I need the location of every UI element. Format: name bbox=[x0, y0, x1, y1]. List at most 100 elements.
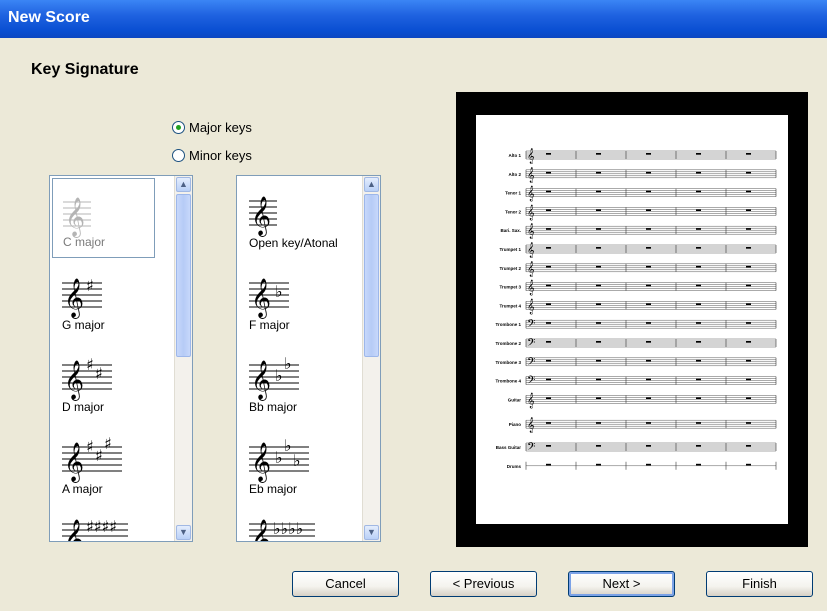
whole-rest bbox=[696, 422, 701, 424]
next-button[interactable]: Next > bbox=[568, 571, 675, 597]
whole-rest bbox=[546, 463, 551, 466]
minor-keys-radio[interactable]: Minor keys bbox=[172, 148, 252, 163]
svg-text:𝄞: 𝄞 bbox=[64, 519, 84, 542]
list-item-g-major[interactable]: 𝄞 ♯ G major bbox=[52, 260, 155, 340]
clef-icon: 𝄢 bbox=[527, 375, 535, 390]
sharp-keys-list[interactable]: 𝄞 C major 𝄞 ♯ G major 𝄞 ♯ ♯ D major 𝄞 ♯ … bbox=[49, 175, 193, 542]
whole-rest bbox=[546, 171, 551, 174]
instrument-label: Trombone 2 bbox=[495, 341, 521, 346]
instrument-label: Trombone 3 bbox=[495, 360, 521, 365]
flat-list-scrollbar[interactable]: ▲ ▼ bbox=[362, 176, 380, 541]
wizard-header: Key Signature bbox=[0, 38, 827, 98]
cancel-button[interactable]: Cancel bbox=[292, 571, 399, 597]
whole-rest bbox=[746, 422, 751, 424]
whole-rest bbox=[746, 322, 751, 324]
instrument-label: Trumpet 2 bbox=[499, 266, 521, 271]
instrument-label: Tenor 1 bbox=[505, 191, 521, 196]
whole-rest bbox=[596, 209, 601, 211]
major-keys-label: Major keys bbox=[189, 120, 252, 135]
whole-rest bbox=[546, 265, 551, 268]
whole-rest bbox=[696, 228, 701, 230]
title-bar: New Score bbox=[0, 0, 827, 38]
svg-text:𝄞: 𝄞 bbox=[64, 278, 84, 319]
scroll-thumb[interactable] bbox=[176, 194, 191, 357]
whole-rest bbox=[546, 445, 551, 447]
scroll-up-button[interactable]: ▲ bbox=[176, 177, 191, 192]
whole-rest bbox=[696, 303, 701, 305]
whole-rest bbox=[546, 153, 551, 155]
list-item-d-major[interactable]: 𝄞 ♯ ♯ D major bbox=[52, 342, 155, 422]
staff-row: Trombone 1 𝄢 bbox=[495, 318, 777, 333]
staff-row: Bari. Sax. 𝄞 bbox=[500, 224, 777, 239]
scroll-down-button[interactable]: ▼ bbox=[364, 525, 379, 540]
clef-icon: 𝄞 bbox=[527, 299, 535, 314]
scroll-down-button[interactable]: ▼ bbox=[176, 525, 191, 540]
whole-rest bbox=[746, 190, 751, 193]
whole-rest bbox=[746, 209, 751, 211]
previous-button[interactable]: < Previous bbox=[430, 571, 537, 597]
whole-rest bbox=[646, 397, 651, 399]
sharp-list-scrollbar[interactable]: ▲ ▼ bbox=[174, 176, 192, 541]
whole-rest bbox=[596, 171, 601, 174]
list-item-f-major[interactable]: 𝄞 ♭ F major bbox=[239, 260, 342, 340]
whole-rest bbox=[746, 397, 751, 399]
whole-rest bbox=[696, 445, 701, 447]
staff-row: Trombone 2 𝄢 bbox=[495, 337, 777, 352]
scroll-up-button[interactable]: ▲ bbox=[364, 177, 379, 192]
treble-clef-two-sharps-icon: 𝄞 ♯ ♯ bbox=[62, 355, 112, 401]
whole-rest bbox=[546, 303, 551, 305]
treble-clef-four-sharps-icon: 𝄞 ♯♯♯♯ bbox=[62, 517, 128, 542]
clef-icon: 𝄢 bbox=[527, 356, 535, 371]
clef-icon: 𝄞 bbox=[527, 149, 535, 164]
whole-rest bbox=[746, 378, 751, 381]
list-item-partial[interactable]: 𝄞 ♯♯♯♯ bbox=[52, 506, 155, 541]
whole-rest bbox=[596, 445, 601, 447]
list-item-label: A major bbox=[62, 482, 103, 496]
whole-rest bbox=[746, 247, 751, 249]
list-item-open-key[interactable]: 𝄞 Open key/Atonal bbox=[239, 178, 351, 258]
whole-rest bbox=[596, 284, 601, 287]
whole-rest bbox=[696, 378, 701, 381]
whole-rest bbox=[596, 303, 601, 305]
treble-clef-four-flats-icon: 𝄞 ♭♭♭♭ bbox=[249, 519, 315, 541]
clef-icon: 𝄞 bbox=[527, 168, 535, 183]
whole-rest bbox=[746, 171, 751, 174]
clef-icon: 𝄢 bbox=[527, 337, 535, 352]
list-item-a-major[interactable]: 𝄞 ♯ ♯ ♯ A major bbox=[52, 424, 155, 504]
whole-rest bbox=[596, 265, 601, 268]
clef-icon: 𝄞 bbox=[527, 393, 535, 408]
major-keys-radio[interactable]: Major keys bbox=[172, 120, 252, 135]
treble-clef-staff-icon: 𝄞 bbox=[249, 196, 277, 237]
list-item-partial[interactable]: 𝄞 ♭♭♭♭ bbox=[239, 506, 342, 541]
scroll-thumb[interactable] bbox=[364, 194, 379, 357]
staff-row: Trumpet 4 𝄞 bbox=[499, 299, 777, 314]
instrument-label: Bass Guitar bbox=[496, 445, 522, 450]
finish-button[interactable]: Finish bbox=[706, 571, 813, 597]
score-preview-image: Alto 1 𝄞Alto 2 𝄞Tenor 1 𝄞Tenor 2 𝄞Bari. Sax.… bbox=[495, 149, 777, 470]
staff-row: Alto 2 𝄞 bbox=[508, 168, 777, 183]
list-item-bb-major[interactable]: 𝄞 ♭ ♭ Bb major bbox=[239, 342, 342, 422]
whole-rest bbox=[646, 359, 651, 362]
whole-rest bbox=[646, 228, 651, 230]
whole-rest bbox=[646, 445, 651, 447]
whole-rest bbox=[696, 359, 701, 362]
treble-clef-one-flat-icon: 𝄞 ♭ bbox=[249, 278, 289, 319]
whole-rest bbox=[696, 341, 701, 343]
list-item-label: D major bbox=[62, 400, 105, 414]
svg-text:𝄞: 𝄞 bbox=[251, 278, 271, 319]
whole-rest bbox=[696, 284, 701, 287]
svg-text:𝄞: 𝄞 bbox=[64, 442, 84, 483]
clef-icon: 𝄞 bbox=[527, 418, 535, 433]
whole-rest bbox=[596, 359, 601, 362]
list-item-c-major[interactable]: 𝄞 C major bbox=[52, 178, 155, 258]
whole-rest bbox=[746, 359, 751, 362]
whole-rest bbox=[646, 341, 651, 343]
list-item-eb-major[interactable]: 𝄞 ♭ ♭ ♭ Eb major bbox=[239, 424, 342, 504]
flat-keys-list[interactable]: 𝄞 Open key/Atonal 𝄞 ♭ F major 𝄞 ♭ ♭ Bb m… bbox=[236, 175, 381, 542]
whole-rest bbox=[646, 153, 651, 155]
svg-text:𝄞: 𝄞 bbox=[64, 360, 84, 401]
list-item-label: Eb major bbox=[249, 482, 298, 496]
whole-rest bbox=[596, 247, 601, 249]
whole-rest bbox=[696, 463, 701, 466]
staff-row: Bass Guitar 𝄢 bbox=[496, 441, 777, 456]
